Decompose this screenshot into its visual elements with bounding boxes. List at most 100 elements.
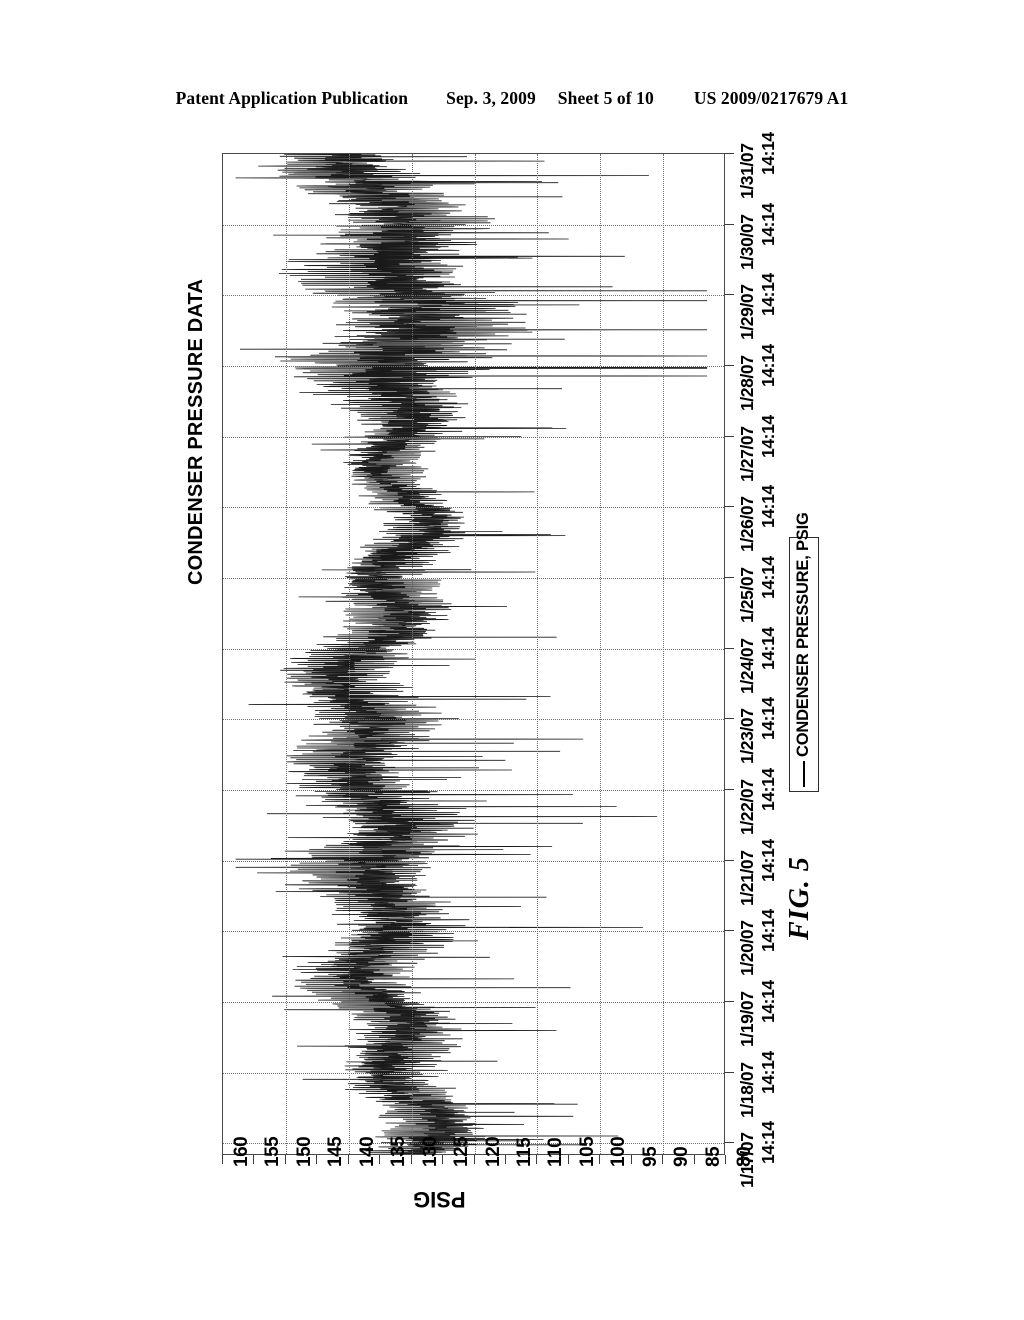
pressure-line (236, 154, 707, 1155)
time-axis-label-time: 14:14 (757, 838, 778, 882)
value-axis-label: 155 (262, 1136, 284, 1167)
value-axis-label: 160 (231, 1136, 252, 1167)
time-axis-label-time: 14:14 (757, 202, 778, 246)
time-gridline (223, 507, 724, 509)
value-axis-label: 150 (293, 1136, 315, 1167)
time-axis-label-date: 1/30/07 (737, 214, 757, 270)
value-axis-tick (567, 1155, 569, 1164)
value-axis-label: 80 (734, 1146, 755, 1167)
time-axis-label-time: 14:14 (757, 485, 778, 529)
time-axis-label: 1/31/07 14:14 (737, 132, 778, 199)
time-axis-tick (725, 647, 734, 649)
time-axis-label-time: 14:14 (757, 697, 778, 741)
value-axis-title: PSIG (413, 1187, 466, 1212)
value-axis-label: 130 (419, 1136, 441, 1167)
time-axis-label: 1/27/07 14:14 (737, 414, 778, 482)
value-axis-tick (379, 1155, 381, 1164)
time-axis-tick (725, 1142, 734, 1144)
value-gridline (600, 154, 602, 1154)
time-axis-label-date: 1/22/07 (737, 779, 757, 835)
time-axis-label: 1/20/07 14:14 (737, 909, 778, 977)
value-axis-label: 100 (608, 1136, 630, 1167)
time-axis-label-date: 1/31/07 (737, 143, 757, 199)
time-axis-tick (725, 930, 734, 932)
time-axis-label-date: 1/21/07 (737, 850, 757, 906)
time-axis-label: 1/28/07 14:14 (737, 344, 778, 411)
time-gridline (223, 295, 724, 297)
time-axis-label-date: 1/18/07 (737, 1062, 757, 1118)
time-axis-tick (725, 1000, 734, 1002)
time-axis-label-time: 14:14 (757, 980, 778, 1023)
time-axis-label: 1/23/07 14:14 (737, 697, 778, 765)
value-axis-tick (253, 1155, 255, 1164)
time-axis-label-time: 14:14 (757, 768, 778, 811)
value-axis-label: 135 (388, 1136, 410, 1167)
legend-line-swatch (803, 761, 805, 787)
value-axis-label: 140 (356, 1136, 378, 1167)
value-gridline (474, 154, 476, 1154)
time-axis-label: 1/18/07 14:14 (737, 1050, 778, 1118)
value-gridline (663, 154, 665, 1154)
time-axis-tick (725, 364, 734, 366)
chart-title: CONDENSER PRESSURE DATA (185, 278, 207, 585)
time-axis-tick (725, 153, 734, 154)
value-axis-tick (316, 1155, 318, 1164)
time-axis-tick (725, 294, 734, 296)
time-gridline (223, 719, 724, 721)
legend-label: CONDENSER PRESSURE, PSIG (794, 512, 812, 757)
time-axis-label-date: 1/28/07 (737, 355, 757, 411)
plot-area (222, 153, 725, 1155)
value-axis-tick (536, 1155, 538, 1164)
value-axis-label: 105 (576, 1136, 598, 1167)
time-axis-label: 1/30/07 14:14 (737, 202, 778, 270)
value-axis-label: 85 (702, 1146, 724, 1167)
time-gridline (223, 436, 724, 438)
time-axis-tick (725, 718, 734, 720)
value-axis-label: 95 (639, 1146, 661, 1167)
legend: CONDENSER PRESSURE, PSIG (789, 512, 819, 792)
time-gridline (223, 1072, 724, 1074)
time-axis-tick (725, 1071, 734, 1073)
value-axis-label: 90 (671, 1146, 693, 1167)
time-axis-label-time: 14:14 (757, 909, 778, 953)
time-axis-label-time: 14:14 (757, 273, 778, 317)
legend-item: CONDENSER PRESSURE, PSIG (794, 512, 813, 787)
time-axis-label-date: 1/19/07 (737, 991, 757, 1047)
time-gridline (223, 1001, 724, 1003)
time-axis-label-time: 14:14 (757, 1050, 778, 1094)
value-axis-label: 145 (325, 1136, 347, 1167)
time-axis-label-date: 1/26/07 (737, 496, 757, 553)
value-gridline (411, 154, 413, 1154)
value-axis-tick (347, 1155, 349, 1164)
value-axis-tick (662, 1155, 664, 1164)
time-axis-label-date: 1/27/07 (737, 426, 757, 482)
time-axis-label: 1/26/07 14:14 (737, 485, 778, 553)
value-gridline (348, 154, 350, 1154)
time-gridline (223, 648, 724, 650)
value-axis-label: 120 (482, 1136, 504, 1167)
value-axis-tick (725, 1155, 726, 1164)
value-axis-tick (599, 1155, 601, 1164)
value-axis-label: 110 (545, 1137, 567, 1167)
figure-5: CONDENSER PRESSURE DATA PSIG CONDENSER P… (0, 0, 1024, 1320)
time-axis-label-date: 1/24/07 (737, 638, 757, 694)
value-axis-tick (630, 1155, 632, 1164)
time-gridline (223, 931, 724, 933)
value-axis-tick (410, 1155, 412, 1164)
time-axis-label-time: 14:14 (757, 414, 778, 458)
time-axis-tick (725, 576, 734, 578)
time-axis-tick (725, 859, 734, 861)
time-axis-label: 1/21/07 14:14 (737, 838, 778, 906)
time-axis-label: 1/29/07 14:14 (737, 273, 778, 341)
time-axis-label-time: 14:14 (757, 1121, 778, 1165)
value-axis-label: 115 (513, 1137, 535, 1167)
time-gridline (223, 224, 724, 226)
time-axis-tick (725, 506, 734, 508)
value-axis-label: 125 (451, 1136, 473, 1167)
time-gridline (223, 860, 724, 862)
time-axis-label: 1/25/07 14:14 (737, 556, 778, 623)
time-axis-label-time: 14:14 (757, 344, 778, 387)
value-axis-tick (222, 1155, 223, 1164)
time-axis-label-time: 14:14 (757, 626, 778, 670)
value-axis-tick (442, 1155, 444, 1164)
